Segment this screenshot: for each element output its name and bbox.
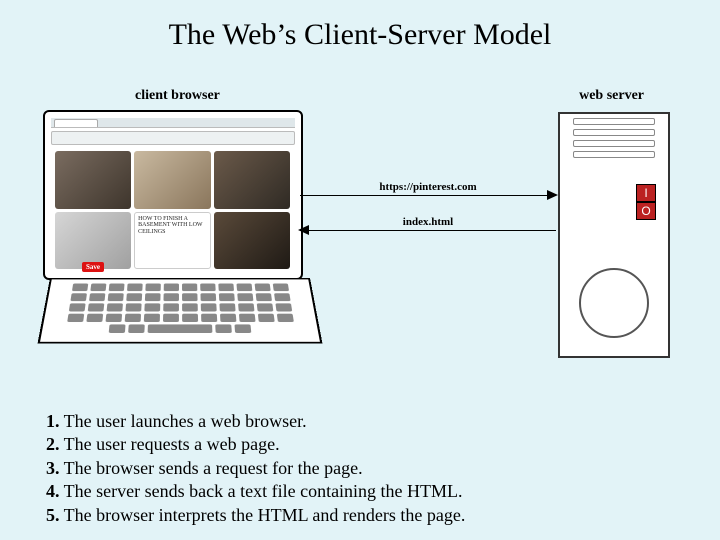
thumbnail (55, 151, 132, 209)
thumbnail: HOW TO FINISH A BASEMENT WITH LOW CEILIN… (134, 212, 211, 270)
laptop-keyboard (38, 278, 323, 343)
thumbnail (214, 151, 291, 209)
list-item: 1. The user launches a web browser. (46, 410, 465, 433)
laptop-screen: HOW TO FINISH A BASEMENT WITH LOW CEILIN… (43, 110, 303, 280)
slide-title: The Web’s Client-Server Model (0, 0, 720, 52)
browser-addressbar (51, 131, 295, 145)
client-laptop-icon: HOW TO FINISH A BASEMENT WITH LOW CEILIN… (30, 110, 315, 360)
browser-tabbar (51, 118, 295, 128)
webpage-content: HOW TO FINISH A BASEMENT WITH LOW CEILIN… (51, 148, 295, 272)
response-file: index.html (403, 216, 453, 228)
thumbnail (134, 151, 211, 209)
steps-list: 1. The user launches a web browser. 2. T… (46, 410, 465, 527)
list-item: 5. The browser interprets the HTML and r… (46, 504, 465, 527)
save-pin-button: Save (82, 262, 104, 272)
server-io-badge: I O (636, 184, 656, 220)
web-server-icon: I O (558, 112, 670, 358)
client-label: client browser (135, 88, 220, 104)
response-arrow: index.html (300, 230, 556, 231)
server-io-o: O (636, 202, 656, 220)
server-label: web server (579, 88, 644, 104)
request-arrow: https://pinterest.com (300, 195, 556, 196)
list-item: 4. The server sends back a text file con… (46, 480, 465, 503)
server-disc-icon (579, 268, 649, 338)
request-url: https://pinterest.com (379, 181, 476, 193)
list-item: 3. The browser sends a request for the p… (46, 457, 465, 480)
thumbnail (55, 212, 132, 270)
thumbnail (214, 212, 291, 270)
list-item: 2. The user requests a web page. (46, 433, 465, 456)
server-io-i: I (636, 184, 656, 202)
